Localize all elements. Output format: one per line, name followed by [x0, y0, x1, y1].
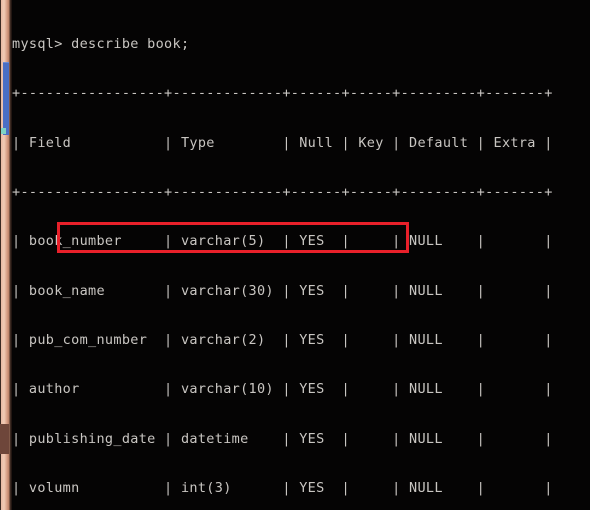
terminal-line: mysql> describe book;: [12, 35, 190, 52]
scrollbar-marker-secondary: [0, 424, 9, 454]
scrollbar-marker: [1, 128, 6, 134]
terminal-line: +-----------------+-------------+------+…: [12, 183, 553, 200]
terminal-line: | author | varchar(10) | YES | | NULL | …: [12, 381, 553, 398]
terminal-output[interactable]: mysql> describe book; +-----------------…: [12, 0, 590, 510]
terminal-line: +-----------------+-------------+------+…: [12, 85, 553, 102]
terminal-window: mysql> describe book; +-----------------…: [0, 0, 590, 510]
terminal-line: | book_name | varchar(30) | YES | | NULL…: [12, 282, 553, 299]
terminal-line: | pub_com_number | varchar(2) | YES | | …: [12, 331, 553, 348]
scrollbar-thumb[interactable]: [3, 62, 9, 135]
terminal-line: | book_number | varchar(5) | YES | | NUL…: [12, 233, 553, 250]
terminal-line: | Field | Type | Null | Key | Default | …: [12, 134, 553, 151]
terminal-line: | volumn | int(3) | YES | | NULL | |: [12, 480, 553, 496]
terminal-line: | publishing_date | datetime | YES | | N…: [12, 430, 553, 447]
window-left-scrollbar[interactable]: [0, 0, 12, 510]
